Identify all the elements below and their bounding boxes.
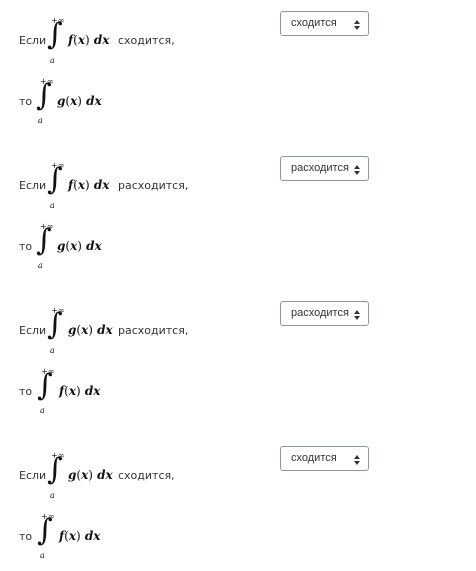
differential: dx — [97, 323, 113, 337]
word-esli: Если — [19, 469, 47, 482]
integrand: g(x) dx — [57, 94, 102, 108]
word-to: то — [19, 530, 33, 543]
question-1: Если +∞ ∫ a f(x) dx сходится, то +∞ ∫ a … — [0, 0, 476, 145]
lower-limit: a — [50, 346, 55, 355]
condition-text: расходится, — [118, 324, 189, 337]
word-esli: Если — [19, 34, 47, 47]
answer-select[interactable]: расходится — [280, 301, 369, 326]
condition-line: Если +∞ ∫ a f(x) dx расходится, — [0, 155, 260, 215]
close-paren: ) — [77, 239, 82, 253]
lower-limit: a — [40, 551, 45, 560]
differential: dx — [97, 468, 113, 482]
condition-text: расходится, — [118, 179, 189, 192]
conclusion-line: то +∞ ∫ a g(x) dx — [0, 72, 260, 132]
question-2: Если +∞ ∫ a f(x) dx расходится, то +∞ ∫ … — [0, 145, 476, 290]
sort-updown-icon — [354, 455, 360, 465]
condition-line: Если +∞ ∫ a g(x) dx сходится, — [0, 445, 260, 505]
differential: dx — [84, 384, 101, 398]
close-paren: ) — [76, 529, 81, 543]
differential: dx — [86, 239, 102, 253]
close-paren: ) — [85, 33, 90, 47]
integrand: g(x) dx — [68, 323, 113, 337]
conclusion-line: то +∞ ∫ a f(x) dx — [0, 362, 260, 422]
variable: x — [68, 529, 77, 543]
variable: x — [68, 384, 77, 398]
conclusion-line: то +∞ ∫ a g(x) dx — [0, 217, 260, 277]
condition-text: сходится, — [118, 469, 175, 482]
lower-limit: a — [50, 491, 55, 500]
integrand: f(x) dx — [59, 529, 100, 543]
answer-select[interactable]: расходится — [280, 156, 369, 181]
integral-sign: ∫ — [47, 452, 63, 487]
differential: dx — [93, 178, 110, 192]
word-esli: Если — [19, 179, 47, 192]
integrand: g(x) dx — [57, 239, 102, 253]
sort-updown-icon — [354, 310, 360, 320]
question-4: Если +∞ ∫ a g(x) dx сходится, то +∞ ∫ a … — [0, 435, 476, 571]
close-paren: ) — [85, 178, 90, 192]
selected-value: сходится — [291, 452, 337, 464]
integral-sign: ∫ — [36, 223, 52, 258]
selected-value: сходится — [291, 17, 337, 29]
lower-limit: a — [38, 116, 43, 125]
close-paren: ) — [88, 323, 93, 337]
integrand: f(x) dx — [68, 178, 109, 192]
integral-sign: ∫ — [47, 162, 63, 197]
lower-limit: a — [40, 406, 45, 415]
word-to: то — [19, 240, 33, 253]
answer-select[interactable]: сходится — [280, 11, 369, 36]
differential: dx — [86, 94, 102, 108]
word-to: то — [19, 385, 33, 398]
integrand: g(x) dx — [68, 468, 113, 482]
integrand: f(x) dx — [59, 384, 100, 398]
selected-value: расходится — [291, 307, 349, 319]
question-3: Если +∞ ∫ a g(x) dx расходится, то +∞ ∫ … — [0, 290, 476, 435]
variable: x — [77, 33, 86, 47]
lower-limit: a — [38, 261, 43, 270]
close-paren: ) — [76, 384, 81, 398]
integral-sign: ∫ — [47, 17, 63, 52]
lower-limit: a — [50, 201, 55, 210]
integral-sign: ∫ — [36, 78, 52, 113]
condition-text: сходится, — [118, 34, 175, 47]
condition-line: Если +∞ ∫ a g(x) dx расходится, — [0, 300, 260, 360]
sort-updown-icon — [354, 20, 360, 30]
sort-updown-icon — [354, 165, 360, 175]
selected-value: расходится — [291, 162, 349, 174]
variable: x — [77, 178, 86, 192]
condition-line: Если +∞ ∫ a f(x) dx сходится, — [0, 10, 260, 70]
conclusion-line: то +∞ ∫ a f(x) dx — [0, 507, 260, 567]
integral-sign: ∫ — [37, 513, 53, 548]
answer-select[interactable]: сходится — [280, 446, 369, 471]
lower-limit: a — [50, 56, 55, 65]
differential: dx — [93, 33, 110, 47]
word-esli: Если — [19, 324, 47, 337]
integrand: f(x) dx — [68, 33, 109, 47]
close-paren: ) — [77, 94, 82, 108]
word-to: то — [19, 95, 33, 108]
integral-sign: ∫ — [37, 368, 53, 403]
differential: dx — [84, 529, 101, 543]
integral-sign: ∫ — [47, 307, 63, 342]
close-paren: ) — [88, 468, 93, 482]
